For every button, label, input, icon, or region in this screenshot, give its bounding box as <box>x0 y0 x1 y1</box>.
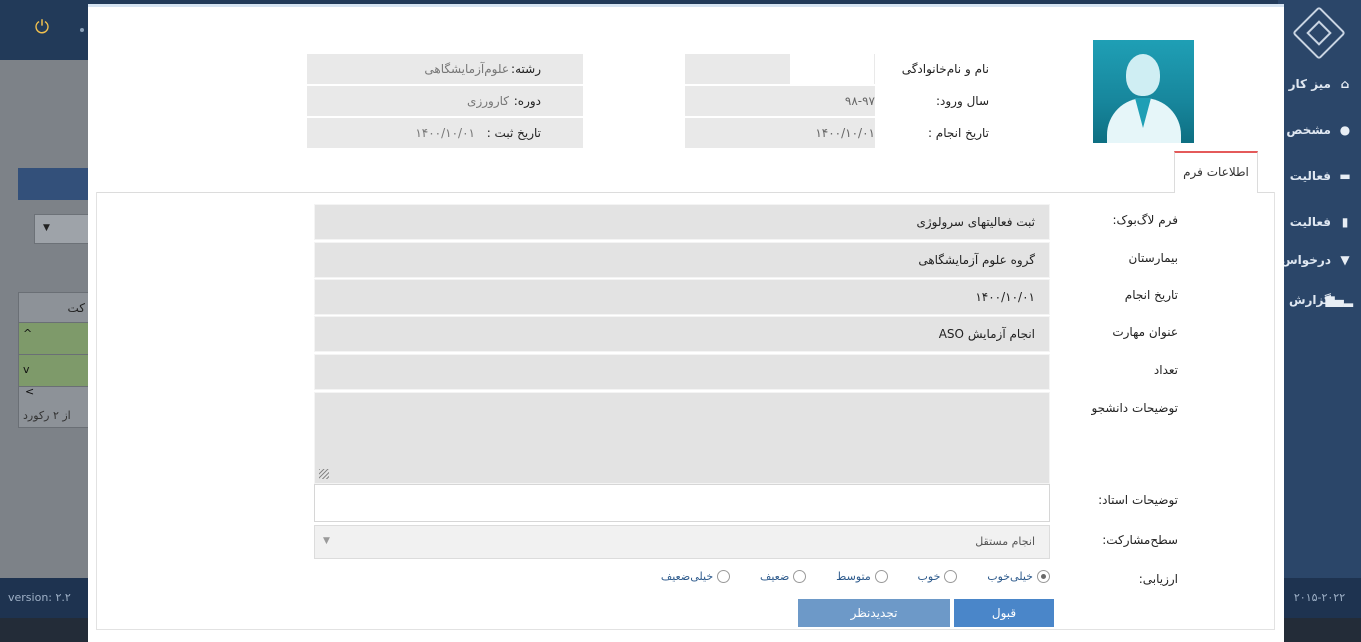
rating-label: ارزیابی: <box>1138 572 1178 586</box>
sidebar-item-label: مشخص <box>1286 123 1331 137</box>
student-notes-field <box>314 392 1050 484</box>
radio-icon <box>793 570 807 583</box>
scroll-down-icon[interactable]: v <box>23 363 30 376</box>
radio-checked-icon <box>1037 570 1050 583</box>
logbook-modal: نام و نام‌خانوادگی سال ورود: ۹۸-۹۷ تاریخ… <box>88 4 1284 642</box>
chevron-down-icon: ▼ <box>323 536 330 546</box>
entry-year-label: سال ورود: <box>935 94 989 108</box>
copyright-text: ۲۰۱۵-۲۰۲۲ <box>1278 578 1361 618</box>
rating-option-very-weak[interactable]: خیلی‌ضعیف <box>660 570 731 583</box>
table-header: کت <box>19 293 89 323</box>
major-label: رشته: <box>511 62 541 76</box>
briefcase-icon: ▬ <box>1339 169 1351 183</box>
course-value: کارورزی <box>467 94 509 108</box>
rating-option-very-good[interactable]: خیلی‌خوب <box>987 570 1050 583</box>
home-icon: ⌂ <box>1340 77 1350 91</box>
power-icon[interactable]: ⏻ <box>32 18 52 38</box>
book-icon: ▮ <box>1341 215 1349 229</box>
skill-field: انجام آزمایش ASO <box>314 316 1050 352</box>
review-button[interactable]: تجدیدنظر <box>798 599 950 627</box>
sidebar-item-label: میز کار <box>1288 77 1331 91</box>
student-photo <box>1093 40 1194 143</box>
logbook-label: فرم لاگ‌بوک: <box>1112 213 1178 227</box>
bar-chart-icon: ▂▄▆ <box>1325 293 1353 307</box>
menu-dot-icon <box>80 28 84 32</box>
background-table: کت ^ v < از ۲ رکورد <box>18 292 90 428</box>
participation-select[interactable]: انجام مستقل ▼ <box>314 525 1050 559</box>
date-field: ۱۴۰۰/۱۰/۰۱ <box>314 279 1050 315</box>
rating-option-label: خوب <box>917 570 941 583</box>
user-icon: ● <box>1339 123 1351 137</box>
resize-handle-icon[interactable] <box>319 469 329 479</box>
sidebar-item-dashboard[interactable]: ⌂ میز کار <box>1278 66 1361 102</box>
count-field <box>314 354 1050 390</box>
participation-label: سطح‌مشارکت: <box>1102 533 1178 547</box>
student-notes-label: توضیحات دانشجو <box>1091 401 1178 415</box>
sidebar-nav: ⌂ میز کار ● مشخص ▬ فعالیت ▮ فعالیت ▼ درخواس ▂… <box>1278 0 1361 642</box>
bookmark-icon: ▼ <box>1340 253 1350 267</box>
rating-option-weak[interactable]: ضعیف <box>759 570 807 583</box>
register-date-label: تاریخ ثبت : <box>486 126 541 140</box>
tab-form-info[interactable]: اطلاعات فرم <box>1174 151 1258 193</box>
major-value: علوم‌آزمایشگاهی <box>424 62 509 76</box>
version-text: version: ۲.۲ <box>0 578 90 618</box>
sidebar-item-activities-2[interactable]: ▮ فعالیت <box>1278 204 1361 240</box>
register-date-value: ۱۴۰۰/۱۰/۰۱ <box>415 126 475 140</box>
scroll-up-icon[interactable]: ^ <box>23 327 32 340</box>
name-value-field <box>790 54 874 84</box>
info-done-date: تاریخ انجام : ۱۴۰۰/۱۰/۰۱ <box>685 118 989 148</box>
hospital-field: گروه علوم آزمایشگاهی <box>314 242 1050 278</box>
name-label: نام و نام‌خانوادگی <box>901 62 989 76</box>
teacher-notes-field[interactable] <box>314 484 1050 522</box>
course-label: دوره: <box>513 94 541 108</box>
info-course: دوره: کارورزی <box>307 86 583 116</box>
background-select[interactable]: ▼ <box>34 214 90 244</box>
rating-option-good[interactable]: خوب <box>918 570 958 583</box>
radio-icon <box>717 570 731 583</box>
sidebar-item-label: فعالیت <box>1289 169 1331 183</box>
background-header-strip <box>18 168 90 200</box>
count-label: تعداد <box>1153 363 1178 377</box>
sidebar-item-label: فعالیت <box>1289 215 1331 229</box>
participation-value: انجام مستقل <box>975 535 1035 548</box>
logbook-field: ثبت فعالیتهای سرولوژی <box>314 204 1050 240</box>
rating-option-label: خیلی‌خوب <box>987 570 1033 583</box>
sidebar-item-profile[interactable]: ● مشخص <box>1278 112 1361 148</box>
sidebar-item-label: درخواس <box>1281 253 1331 267</box>
rating-option-label: متوسط <box>836 570 871 583</box>
accept-button[interactable]: قبول <box>954 599 1054 627</box>
sidebar-item-activities[interactable]: ▬ فعالیت <box>1278 158 1361 194</box>
sidebar-item-reports[interactable]: ▂▄▆گزارش <box>1278 282 1361 318</box>
hospital-label: بیمارستان <box>1128 251 1179 265</box>
rating-option-label: ضعیف <box>759 570 790 583</box>
scroll-left-icon[interactable]: < <box>25 385 34 398</box>
rating-option-average[interactable]: متوسط <box>836 570 888 583</box>
teacher-notes-label: توضیحات استاد: <box>1098 493 1178 507</box>
caret-down-icon: ▼ <box>43 223 50 233</box>
info-name: نام و نام‌خانوادگی <box>685 54 989 84</box>
info-register-date: تاریخ ثبت : ۱۴۰۰/۱۰/۰۱ <box>307 118 583 148</box>
info-entry-year: سال ورود: ۹۸-۹۷ <box>685 86 989 116</box>
done-date-value: ۱۴۰۰/۱۰/۰۱ <box>815 126 875 140</box>
radio-icon <box>944 570 958 583</box>
course-box <box>307 86 583 116</box>
date-label: تاریخ انجام <box>1124 288 1178 302</box>
done-date-label: تاریخ انجام : <box>927 126 989 140</box>
info-major: رشته: علوم‌آزمایشگاهی <box>307 54 583 84</box>
rating-radio-group: خیلی‌خوب خوب متوسط ضعیف خیلی‌ضعیف <box>588 569 1050 591</box>
radio-icon <box>874 570 888 583</box>
photo-head <box>1126 54 1160 96</box>
rating-option-label: خیلی‌ضعیف <box>660 570 714 583</box>
sidebar-item-requests[interactable]: ▼ درخواس <box>1278 242 1361 278</box>
entry-year-value: ۹۸-۹۷ <box>844 94 875 108</box>
records-count: از ۲ رکورد <box>23 409 71 422</box>
skill-label: عنوان مهارت <box>1112 325 1178 339</box>
